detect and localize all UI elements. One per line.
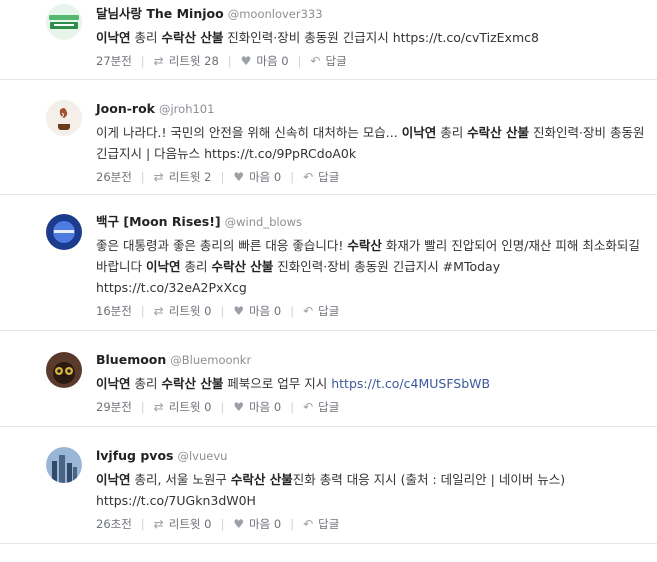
- author-name[interactable]: 달님사랑 The Minjoo: [96, 6, 224, 21]
- tweet: lvjfug pvos @lvuevu 이낙연 총리, 서울 노원구 수락산 산불…: [0, 427, 657, 544]
- author-name[interactable]: Bluemoon: [96, 352, 166, 367]
- keyword-highlight: 수락산 산불: [161, 376, 224, 391]
- tweet-text-segment: 진화인력·장비 총동원 긴급지시 https://t.co/cvTizExmc8: [223, 30, 539, 45]
- heart-icon: ♥: [233, 304, 245, 318]
- tweet-link[interactable]: https://t.co/c4MUSFSbWB: [331, 376, 490, 391]
- tweet-text-segment: 이게 나라다.! 국민의 안전을 위해 신속히 대처하는 모습...: [96, 125, 402, 140]
- heart-icon: ♥: [233, 517, 245, 531]
- tweet-text-segment: 좋은 대통령과 좋은 총리의 빠른 대응 좋습니다!: [96, 238, 348, 253]
- tweet-text-segment: 총리: [130, 30, 162, 45]
- tweet-text-segment: 총리: [180, 259, 212, 274]
- author-handle[interactable]: @wind_blows: [225, 215, 302, 229]
- reply-icon: ↶: [303, 517, 314, 531]
- retweet-button[interactable]: ⇄ 리트윗 0: [154, 399, 212, 415]
- city-avatar-icon: [46, 447, 82, 483]
- avatar[interactable]: [46, 100, 82, 136]
- retweet-icon: ⇄: [153, 400, 164, 414]
- tweet-text-segment: 총리: [130, 376, 162, 391]
- like-button[interactable]: ♥ 마음 0: [241, 53, 289, 69]
- tweet-actions: 29분전 | ⇄ 리트윗 0 | ♥ 마음 0 | ↶ 답글: [96, 399, 340, 415]
- tweet-actions: 16분전 | ⇄ 리트윗 0 | ♥ 마음 0 | ↶ 답글: [96, 303, 340, 319]
- avatar[interactable]: [46, 214, 82, 250]
- moon-avatar-icon: [46, 214, 82, 250]
- timestamp[interactable]: 29분전: [96, 399, 132, 415]
- reply-icon: ↶: [303, 400, 314, 414]
- tweet-text: 좋은 대통령과 좋은 총리의 빠른 대응 좋습니다! 수락산 화재가 빨리 진압…: [96, 235, 649, 298]
- reply-button[interactable]: ↶ 답글: [303, 303, 339, 319]
- tweet: 백구 [Moon Rises!] @wind_blows 좋은 대통령과 좋은 총…: [0, 195, 657, 331]
- heart-icon: ♥: [233, 400, 245, 414]
- avatar[interactable]: [46, 352, 82, 388]
- keyword-highlight: 수락산: [347, 238, 382, 253]
- avatar[interactable]: [46, 447, 82, 483]
- reply-button[interactable]: ↶ 답글: [303, 516, 339, 532]
- like-button[interactable]: ♥ 마음 0: [233, 516, 281, 532]
- timestamp[interactable]: 16분전: [96, 303, 132, 319]
- retweet-button[interactable]: ⇄ 리트윗 0: [154, 303, 212, 319]
- author-name[interactable]: 백구 [Moon Rises!]: [96, 214, 221, 229]
- heart-icon: ♥: [233, 170, 245, 184]
- keyword-highlight: 수락산 산불: [161, 30, 224, 45]
- monster-avatar-icon: [46, 352, 82, 388]
- tweet-text: 이낙연 총리 수락산 산불 페북으로 업무 지시 https://t.co/c4…: [96, 373, 649, 394]
- tweet: Joon-rok @jroh101 이게 나라다.! 국민의 안전을 위해 신속히…: [0, 80, 657, 195]
- author-name[interactable]: lvjfug pvos: [96, 448, 173, 463]
- keyword-highlight: 이낙연: [96, 376, 131, 391]
- retweet-button[interactable]: ⇄ 리트윗 0: [154, 516, 212, 532]
- tweet: 달님사랑 The Minjoo @moonlover333 이낙연 총리 수락산 …: [0, 0, 657, 80]
- like-button[interactable]: ♥ 마음 0: [233, 303, 281, 319]
- retweet-icon: ⇄: [153, 170, 164, 184]
- like-button[interactable]: ♥ 마음 0: [233, 169, 281, 185]
- tweet-feed: 달님사랑 The Minjoo @moonlover333 이낙연 총리 수락산 …: [0, 0, 657, 544]
- author-handle[interactable]: @moonlover333: [228, 7, 323, 21]
- keyword-highlight: 이낙연: [96, 30, 131, 45]
- author-name[interactable]: Joon-rok: [96, 101, 155, 116]
- reply-icon: ↶: [303, 304, 314, 318]
- author-handle[interactable]: @jroh101: [159, 102, 214, 116]
- keyword-highlight: 이낙연: [145, 259, 181, 274]
- retweet-icon: ⇄: [153, 517, 164, 531]
- keyword-highlight: 수락산 산불: [467, 125, 530, 140]
- reply-button[interactable]: ↶ 답글: [303, 399, 339, 415]
- coffee-avatar-icon: [46, 100, 82, 136]
- tweet-text: 이낙연 총리 수락산 산불 진화인력·장비 총동원 긴급지시 https://t…: [96, 27, 649, 48]
- avatar[interactable]: [46, 4, 82, 40]
- tweet-text-segment: 총리, 서울 노원구: [130, 472, 231, 487]
- timestamp[interactable]: 26분전: [96, 169, 132, 185]
- tweet-text: 이게 나라다.! 국민의 안전을 위해 신속히 대처하는 모습... 이낙연 총…: [96, 122, 649, 164]
- keyword-highlight: 이낙연: [401, 125, 437, 140]
- retweet-button[interactable]: ⇄ 리트윗 28: [154, 53, 219, 69]
- tweet-actions: 27분전 | ⇄ 리트윗 28 | ♥ 마음 0 | ↶ 답글: [96, 53, 347, 69]
- tweet-actions: 26초전 | ⇄ 리트윗 0 | ♥ 마음 0 | ↶ 답글: [96, 516, 340, 532]
- reply-icon: ↶: [303, 170, 314, 184]
- tweet-text: 이낙연 총리, 서울 노원구 수락산 산불진화 총력 대응 지시 (출처 : 데…: [96, 469, 649, 511]
- author-handle[interactable]: @Bluemoonkr: [170, 353, 251, 367]
- keyword-highlight: 수락산 산불: [211, 259, 274, 274]
- minjoo-logo-icon: [46, 4, 82, 40]
- timestamp[interactable]: 26초전: [96, 516, 132, 532]
- retweet-icon: ⇄: [153, 304, 164, 318]
- heart-icon: ♥: [240, 54, 252, 68]
- retweet-icon: ⇄: [153, 54, 164, 68]
- retweet-button[interactable]: ⇄ 리트윗 2: [154, 169, 212, 185]
- reply-button[interactable]: ↶ 답글: [303, 169, 339, 185]
- author-handle[interactable]: @lvuevu: [177, 449, 227, 463]
- keyword-highlight: 이낙연: [96, 472, 131, 487]
- tweet-text-segment: 총리: [436, 125, 468, 140]
- tweet: Bluemoon @Bluemoonkr 이낙연 총리 수락산 산불 페북으로 업…: [0, 331, 657, 427]
- keyword-highlight: 수락산 산불: [230, 472, 293, 487]
- timestamp[interactable]: 27분전: [96, 53, 132, 69]
- reply-button[interactable]: ↶ 답글: [310, 53, 346, 69]
- like-button[interactable]: ♥ 마음 0: [233, 399, 281, 415]
- tweet-actions: 26분전 | ⇄ 리트윗 2 | ♥ 마음 0 | ↶ 답글: [96, 169, 340, 185]
- tweet-text-segment: 페북으로 업무 지시: [223, 376, 332, 391]
- reply-icon: ↶: [310, 54, 321, 68]
